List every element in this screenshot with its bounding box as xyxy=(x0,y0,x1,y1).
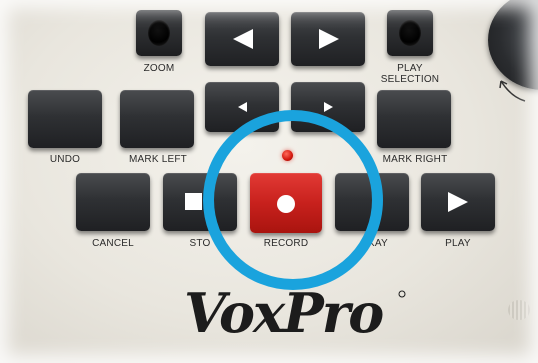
mark-left-button[interactable] xyxy=(120,90,194,148)
play-selection-label-line2: SELECTION xyxy=(380,74,440,85)
play-selection-label: PLAY SELECTION xyxy=(372,63,448,85)
voxpro-logo: VoxPro xyxy=(184,281,406,345)
undo-button[interactable] xyxy=(28,90,102,148)
zoom-knob-icon xyxy=(148,20,170,46)
zoom-label: ZOOM xyxy=(143,63,175,74)
cancel-button[interactable] xyxy=(76,173,150,231)
triangle-left-icon xyxy=(233,29,253,49)
mark-left-label: MARK LEFT xyxy=(129,154,187,165)
play-label: PLAY xyxy=(445,238,471,249)
okay-label: KAY xyxy=(368,238,388,249)
mark-right-button[interactable] xyxy=(377,90,451,148)
play-selection-label-line1: PLAY xyxy=(397,63,423,74)
zoom-button[interactable] xyxy=(136,10,182,56)
rotate-arrow-icon xyxy=(499,80,526,102)
triangle-right-icon xyxy=(319,29,339,49)
play-selection-knob-icon xyxy=(399,20,421,46)
previous-button[interactable] xyxy=(205,12,279,66)
undo-label: UNDO xyxy=(49,154,81,165)
play-triangle-icon xyxy=(448,192,468,212)
cancel-label: CANCEL xyxy=(92,238,134,249)
panel-screw xyxy=(508,300,530,320)
mark-right-label: MARK RIGHT xyxy=(382,154,448,165)
next-button[interactable] xyxy=(291,12,365,66)
play-button[interactable] xyxy=(421,173,495,231)
voxpro-logo-text: VoxPro xyxy=(184,281,383,345)
play-selection-button[interactable] xyxy=(387,10,433,56)
voxpro-control-panel: ZOOM PLAY SELECTION UNDO MARK LEFT MARK … xyxy=(0,0,538,363)
record-highlight-ring xyxy=(203,110,383,290)
